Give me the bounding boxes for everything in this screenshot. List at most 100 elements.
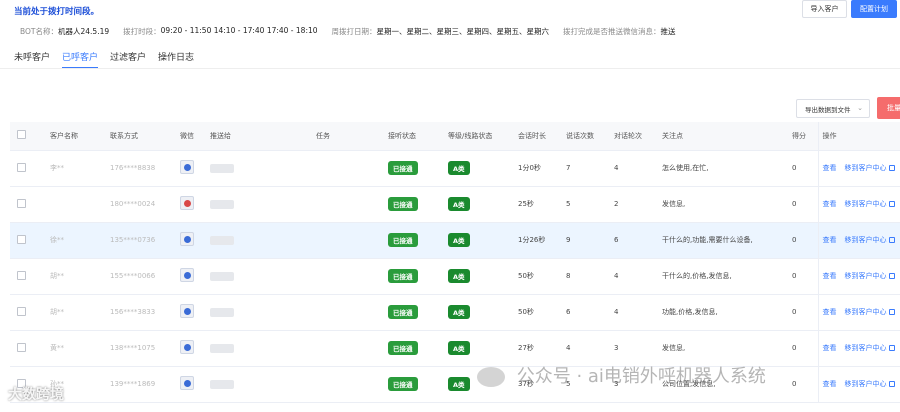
answer-status-badge: 已接通 [388, 197, 418, 211]
row-actions: 查看 移到客户中心 [817, 366, 900, 403]
calendar-icon [888, 165, 895, 171]
chevron-down-icon: ⌄ [857, 104, 863, 112]
tabs-divider [0, 68, 900, 69]
speak-count: 4 [566, 330, 614, 367]
task-cell [316, 222, 388, 259]
focus-points: 发信息, [662, 330, 792, 367]
answer-status-badge: 已接通 [388, 305, 418, 319]
wechat-avatar-icon[interactable] [180, 268, 194, 282]
level-badge: A类 [448, 197, 470, 211]
session-duration: 50秒 [518, 258, 566, 295]
view-link[interactable]: 查看 [823, 236, 837, 244]
row-checkbox[interactable] [17, 342, 26, 352]
table-row[interactable]: 180****0024 已接通 A类 25秒 5 2 发信息, 0 查看 移到客户中心 [10, 186, 900, 223]
move-to-customer-center-link[interactable]: 移到客户中心 [845, 236, 895, 244]
dialog-rounds: 6 [614, 222, 662, 259]
col-header: 客户名称 [50, 122, 110, 151]
wechat-avatar-icon[interactable] [180, 232, 194, 246]
customer-name: 黄** [50, 330, 110, 367]
task-cell [316, 294, 388, 331]
view-link[interactable]: 查看 [823, 308, 837, 316]
customer-name: 李** [50, 150, 110, 187]
tab-filtered[interactable]: 过滤客户 [110, 50, 146, 69]
dialog-rounds: 4 [614, 294, 662, 331]
wechat-avatar-icon[interactable] [180, 304, 194, 318]
dialog-rounds: 4 [614, 258, 662, 295]
select-all-checkbox[interactable] [17, 130, 26, 140]
score: 0 [792, 330, 818, 367]
wechat-avatar-icon[interactable] [180, 160, 194, 174]
col-header: 得分 [792, 122, 818, 151]
row-checkbox[interactable] [17, 234, 26, 244]
focus-points: 干什么的,价格,发信息, [662, 258, 792, 295]
move-to-customer-center-link[interactable]: 移到客户中心 [845, 308, 895, 316]
row-actions: 查看 移到客户中心 [817, 186, 900, 223]
wechat-avatar-icon[interactable] [180, 196, 194, 210]
session-duration: 27秒 [518, 330, 566, 367]
view-link[interactable]: 查看 [823, 344, 837, 352]
plan-info-bar: BOT名称： 机器人24.5.19 拨打时段： 09:20 - 11:50 14… [20, 26, 690, 37]
table-row[interactable]: 胡** 155****0066 已接通 A类 50秒 8 4 干什么的,价格,发信息, 0 查看移… [10, 258, 900, 295]
view-link[interactable]: 查看 [823, 164, 837, 172]
tab-uncalled[interactable]: 未呼客户 [14, 50, 50, 69]
row-checkbox[interactable] [17, 162, 26, 172]
row-actions: 查看 移到客户中心 [817, 330, 900, 367]
focus-points: 功能,价格,发信息, [662, 294, 792, 331]
move-link-label: 移到客户中心 [844, 164, 887, 172]
move-to-customer-center-link[interactable]: 移到客户中心 [845, 344, 895, 352]
view-link[interactable]: 查看 [823, 380, 837, 388]
session-duration: 25秒 [518, 186, 566, 223]
view-link[interactable]: 查看 [823, 200, 837, 208]
wechat-avatar-icon[interactable] [180, 376, 194, 390]
import-customers-button[interactable]: 导入客户 [802, 0, 847, 18]
move-link-label: 移到客户中心 [844, 200, 887, 208]
row-checkbox[interactable] [17, 270, 26, 280]
level-badge: A类 [448, 377, 470, 391]
col-header: 对话轮次 [614, 122, 662, 151]
table-row[interactable]: 黄** 138****1075 已接通 A类 27秒 4 3 发信息, 0 查看 移到客户中心 [10, 330, 900, 367]
view-link[interactable]: 查看 [823, 272, 837, 280]
customer-phone: 155****0066 [110, 258, 180, 295]
score: 0 [792, 366, 818, 403]
row-actions: 查看 移到客户中心 [817, 150, 900, 187]
speak-count: 7 [566, 150, 614, 187]
task-cell [316, 366, 388, 403]
move-link-label: 移到客户中心 [844, 308, 887, 316]
move-link-label: 移到客户中心 [844, 272, 887, 280]
move-to-customer-center-link[interactable]: 移到客户中心 [845, 200, 895, 208]
export-data-select[interactable]: 导出数据到文件 ⌄ [796, 99, 870, 118]
row-actions: 查看 移到客户中心 [817, 258, 900, 295]
configure-plan-button[interactable]: 配置计划 [851, 0, 897, 18]
calendar-icon [888, 381, 895, 387]
speak-count: 9 [566, 222, 614, 259]
calling-period-notice: 当前处于拨打时间段。 [14, 7, 100, 17]
move-link-label: 移到客户中心 [844, 344, 887, 352]
wechat-logo-icon [477, 367, 505, 387]
col-header: 关注点 [662, 122, 792, 151]
task-cell [316, 150, 388, 187]
move-to-customer-center-link[interactable]: 移到客户中心 [845, 164, 895, 172]
row-checkbox[interactable] [17, 198, 26, 208]
score: 0 [792, 186, 818, 223]
tab-operation-log[interactable]: 操作日志 [158, 50, 194, 69]
score: 0 [792, 222, 818, 259]
customer-phone: 156****3833 [110, 294, 180, 331]
move-to-customer-center-link[interactable]: 移到客户中心 [845, 380, 895, 388]
table-row[interactable]: 孙** 139****1869 已接通 A类 37秒 5 3 公司位置,发信息, 0 查看 移到客户… [10, 366, 900, 403]
wechat-push-value: 推送 [660, 27, 676, 36]
level-badge: A类 [448, 341, 470, 355]
tab-called[interactable]: 已呼客户 [62, 50, 99, 69]
watermark-right: 公众号 · ai电销外呼机器人系统 [477, 362, 766, 388]
table-row[interactable]: 徐** 135****0736 已接通 A类 1分26秒 9 6 干什么的,功能,需要什么设备… [10, 222, 900, 259]
score: 0 [792, 294, 818, 331]
batch-action-button[interactable]: 批量 [877, 97, 900, 119]
wechat-avatar-icon[interactable] [180, 340, 194, 354]
answer-status-badge: 已接通 [388, 341, 418, 355]
row-checkbox[interactable] [17, 306, 26, 316]
table-row[interactable]: 李** 176****8838 已接通 A类 1分0秒 7 4 怎么使用,在忙, 0 查看 移到客户… [10, 150, 900, 187]
table-row[interactable]: 胡** 156****3833 已接通 A类 50秒 6 4 功能,价格,发信息, 0 查看 移到客… [10, 294, 900, 331]
customer-tabs: 未呼客户 已呼客户 过滤客户 操作日志 [14, 50, 206, 69]
move-to-customer-center-link[interactable]: 移到客户中心 [845, 272, 895, 280]
col-header: 推送给 [210, 122, 316, 151]
wechat-push-label: 拨打完成是否推送微信消息： [563, 27, 661, 36]
